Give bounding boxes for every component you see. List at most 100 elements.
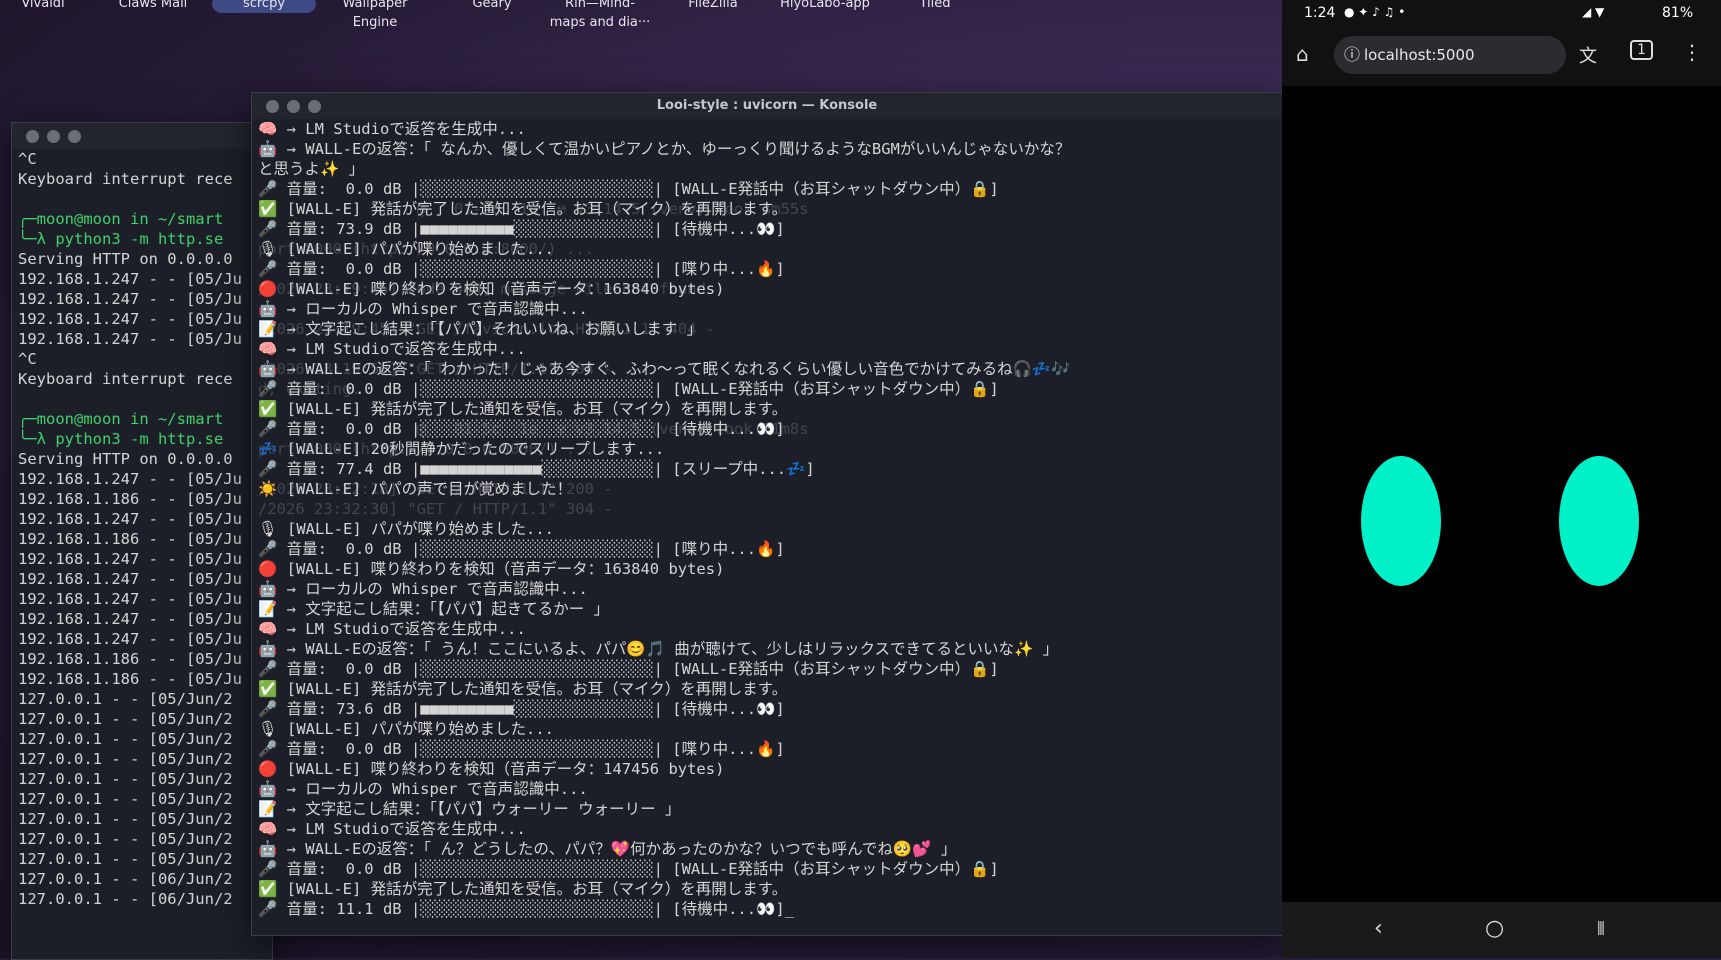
terminal-line: ^C: [18, 350, 37, 368]
clock: 1:24: [1304, 5, 1336, 21]
terminal-line: 🤖 → WALL-Eの返答：「 なんか、優しくて温かいピアノとか、ゆーっくり聞け…: [258, 140, 1071, 158]
terminal-line: Serving HTTP on 0.0.0.0: [18, 250, 233, 268]
terminal-line: 🤖 → WALL-Eの返答：「 うん！ここにいるよ、パパ😊🎵 曲が聴けて、少しは…: [258, 640, 1059, 658]
signal-icon: ◢ ▼: [1582, 5, 1605, 19]
terminal-line: 192.168.1.247 - - [05/Ju: [18, 610, 242, 628]
terminal-line: ╰─λ python3 -m http.se: [18, 430, 224, 448]
terminal-line: 🧠 → LM Studioで返答を生成中...: [258, 620, 526, 638]
android-nav-bar: ‹ ○ ⦀: [1282, 902, 1721, 958]
terminal-line: 🤖 → WALL-Eの返答：「 わかった！じゃあ今すぐ、ふわ〜って眠くなれるくら…: [258, 360, 1071, 378]
terminal-line: 192.168.1.186 - - [05/Ju: [18, 650, 242, 668]
window-minimize-button[interactable]: [47, 130, 60, 143]
terminal-line: ☀️ [WALL-E] パパの声で目が覚めました！: [258, 480, 573, 498]
terminal-line: 🎤 音量: 0.0 dB |░░░░░░░░░░░░░░░░░░░░░░░░░|…: [258, 540, 785, 558]
terminal-line: 🤖 → ローカルの Whisper で音声認識中...: [258, 300, 588, 318]
terminal-line: 192.168.1.247 - - [05/Ju: [18, 330, 242, 348]
terminal-line: 192.168.1.247 - - [05/Ju: [18, 550, 242, 568]
notification-icons: ● ✦ ♪ ♫ •: [1344, 5, 1406, 19]
terminal-line: ✅ [WALL-E] 発話が完了した通知を受信。お耳（マイク）を再開します。: [258, 680, 788, 698]
info-icon[interactable]: ⓘ: [1344, 36, 1360, 74]
dock-geary[interactable]: Geary: [462, 0, 522, 13]
terminal-line: 📝 → 文字起こし結果：「【パパ】それいいね、お願いします 」: [258, 320, 703, 338]
terminal-line: 🔴 [WALL-E] 喋り終わりを検知（音声データ：147456 bytes): [258, 760, 725, 778]
terminal-line: 127.0.0.1 - - [05/Jun/2: [18, 790, 233, 808]
terminal-line: 🎙 [WALL-E] パパが喋り始めました...: [258, 520, 554, 538]
right-eye: [1559, 456, 1639, 586]
konsole-window-http-server[interactable]: ^C Keyboard interrupt rece ╭─moon@moon in…: [11, 122, 273, 960]
terminal-line: 192.168.1.247 - - [05/Ju: [18, 470, 242, 488]
terminal-line: と思うよ✨ 」: [258, 160, 365, 178]
terminal-line: 🎤 音量: 77.4 dB |■■■■■■■■■■■■■░░░░░░░░░░░░…: [258, 460, 815, 478]
terminal-line: Keyboard interrupt rece: [18, 170, 233, 188]
dock-tiled[interactable]: Tiled: [910, 0, 960, 13]
terminal-line: 127.0.0.1 - - [05/Jun/2: [18, 690, 233, 708]
terminal-line: 🎤 音量: 0.0 dB |░░░░░░░░░░░░░░░░░░░░░░░░░|…: [258, 660, 999, 678]
terminal-line: 192.168.1.247 - - [05/Ju: [18, 270, 242, 288]
terminal-line: 127.0.0.1 - - [05/Jun/2: [18, 770, 233, 788]
terminal-line: Keyboard interrupt rece: [18, 370, 233, 388]
terminal-line: 192.168.1.247 - - [05/Ju: [18, 310, 242, 328]
terminal-line: 🧠 → LM Studioで返答を生成中...: [258, 820, 526, 838]
dock-filezilla[interactable]: FileZilla: [683, 0, 743, 13]
terminal-line: ✅ [WALL-E] 発話が完了した通知を受信。お耳（マイク）を再開します。: [258, 400, 788, 418]
terminal-line: 🤖 → ローカルの Whisper で音声認識中...: [258, 780, 588, 798]
scrcpy-phone-mirror[interactable]: 1:24 ● ✦ ♪ ♫ • ◢ ▼ 81% ⌂ ⓘ localhost:500…: [1282, 0, 1721, 958]
terminal-line: ^C: [18, 150, 37, 168]
terminal-line: 🎤 音量: 0.0 dB |░░░░░░░░░░░░░░░░░░░░░░░░░|…: [258, 740, 785, 758]
terminal-line: ✅ [WALL-E] 発話が完了した通知を受信。お耳（マイク）を再開します。: [258, 880, 788, 898]
terminal-line: 🎙 [WALL-E] パパが喋り始めました...: [258, 240, 554, 258]
terminal-line: 🧠 → LM Studioで返答を生成中...: [258, 340, 526, 358]
dock-hiyolabo-app[interactable]: HiyoLabo-app: [770, 0, 880, 13]
terminal-line: 127.0.0.1 - - [06/Jun/2: [18, 870, 233, 888]
home-circle-icon[interactable]: ○: [1485, 916, 1504, 941]
terminal-line: ╭─moon@moon in ~/smart: [18, 210, 224, 228]
terminal-line: 💤 [WALL-E] 20秒間静かだったのでスリープします...: [258, 440, 665, 458]
dock-rin-mindmaps[interactable]: Rin—Mind- maps and dia···: [545, 0, 655, 32]
back-icon[interactable]: ‹: [1374, 916, 1383, 941]
left-eye: [1361, 456, 1441, 586]
dock-scrcpy[interactable]: scrcpy: [212, 0, 316, 13]
terminal-line: 🔴 [WALL-E] 喋り終わりを検知（音声データ：163840 bytes): [258, 560, 725, 578]
url-text: localhost:5000: [1364, 46, 1475, 64]
window-close-button[interactable]: [26, 130, 39, 143]
window-titlebar[interactable]: Looi-style : uvicorn — Konsole: [252, 93, 1282, 119]
terminal-line: 🎤 音量: 73.6 dB |■■■■■■■■■■░░░░░░░░░░░░░░░…: [258, 700, 785, 718]
terminal-line: 127.0.0.1 - - [05/Jun/2: [18, 710, 233, 728]
terminal-output[interactable]: 🧠 → LM Studioで返答を生成中... 🤖 → WALL-Eの返答：「 な…: [252, 119, 1282, 919]
terminal-line: 192.168.1.186 - - [05/Ju: [18, 670, 242, 688]
terminal-line: 192.168.1.247 - - [05/Ju: [18, 630, 242, 648]
terminal-line: 🎤 音量: 0.0 dB |░░░░░░░░░░░░░░░░░░░░░░░░░|…: [258, 420, 785, 438]
more-menu-icon[interactable]: ⋮: [1682, 40, 1702, 64]
terminal-line: 192.168.1.247 - - [05/Ju: [18, 590, 242, 608]
terminal-line: 📝 → 文字起こし結果：「【パパ】起きてるかー 」: [258, 600, 610, 618]
terminal-line: ╭─moon@moon in ~/smart: [18, 410, 224, 428]
dock-claws-mail[interactable]: Claws Mail: [108, 0, 198, 13]
terminal-line: 🎤 音量: 0.0 dB |░░░░░░░░░░░░░░░░░░░░░░░░░|…: [258, 260, 785, 278]
translate-icon[interactable]: 文: [1579, 42, 1597, 68]
window-maximize-button[interactable]: [68, 130, 81, 143]
android-status-bar: 1:24 ● ✦ ♪ ♫ • ◢ ▼ 81%: [1282, 0, 1721, 26]
browser-toolbar: ⌂ ⓘ localhost:5000 文 1 ⋮: [1282, 26, 1721, 86]
dock-vivaldi[interactable]: Vivaldi: [18, 0, 68, 13]
terminal-line: 🎙 [WALL-E] パパが喋り始めました...: [258, 720, 554, 738]
home-icon[interactable]: ⌂: [1296, 42, 1309, 66]
terminal-line: 192.168.1.186 - - [05/Ju: [18, 530, 242, 548]
terminal-line: 127.0.0.1 - - [05/Jun/2: [18, 850, 233, 868]
terminal-line: 🔴 [WALL-E] 喋り終わりを検知（音声データ：163840 bytes): [258, 280, 725, 298]
terminal-line: 🎤 音量: 11.1 dB |░░░░░░░░░░░░░░░░░░░░░░░░░…: [258, 900, 795, 918]
battery-level: 81%: [1662, 5, 1694, 21]
recents-icon[interactable]: ⦀: [1597, 919, 1605, 940]
terminal-output[interactable]: ^C Keyboard interrupt rece ╭─moon@moon in…: [12, 149, 272, 909]
terminal-line: 📝 → 文字起こし結果：「【パパ】ウォーリー ウォーリー 」: [258, 800, 681, 818]
window-titlebar[interactable]: [12, 123, 272, 149]
address-bar[interactable]: ⓘ localhost:5000: [1334, 36, 1566, 74]
terminal-line: 127.0.0.1 - - [05/Jun/2: [18, 730, 233, 748]
terminal-line: 🤖 → WALL-Eの返答：「 ん？どうしたの、パパ？💖何かあったのかな？いつで…: [258, 840, 957, 858]
terminal-line: 192.168.1.247 - - [05/Ju: [18, 510, 242, 528]
dock-wallpaper-engine[interactable]: Wallpaper Engine: [325, 0, 425, 32]
tab-count-button[interactable]: 1: [1630, 40, 1653, 60]
konsole-window-uvicorn[interactable]: Looi-style : uvicorn — Konsole @ 01-5c 1…: [251, 92, 1283, 936]
terminal-line: Serving HTTP on 0.0.0.0: [18, 450, 233, 468]
